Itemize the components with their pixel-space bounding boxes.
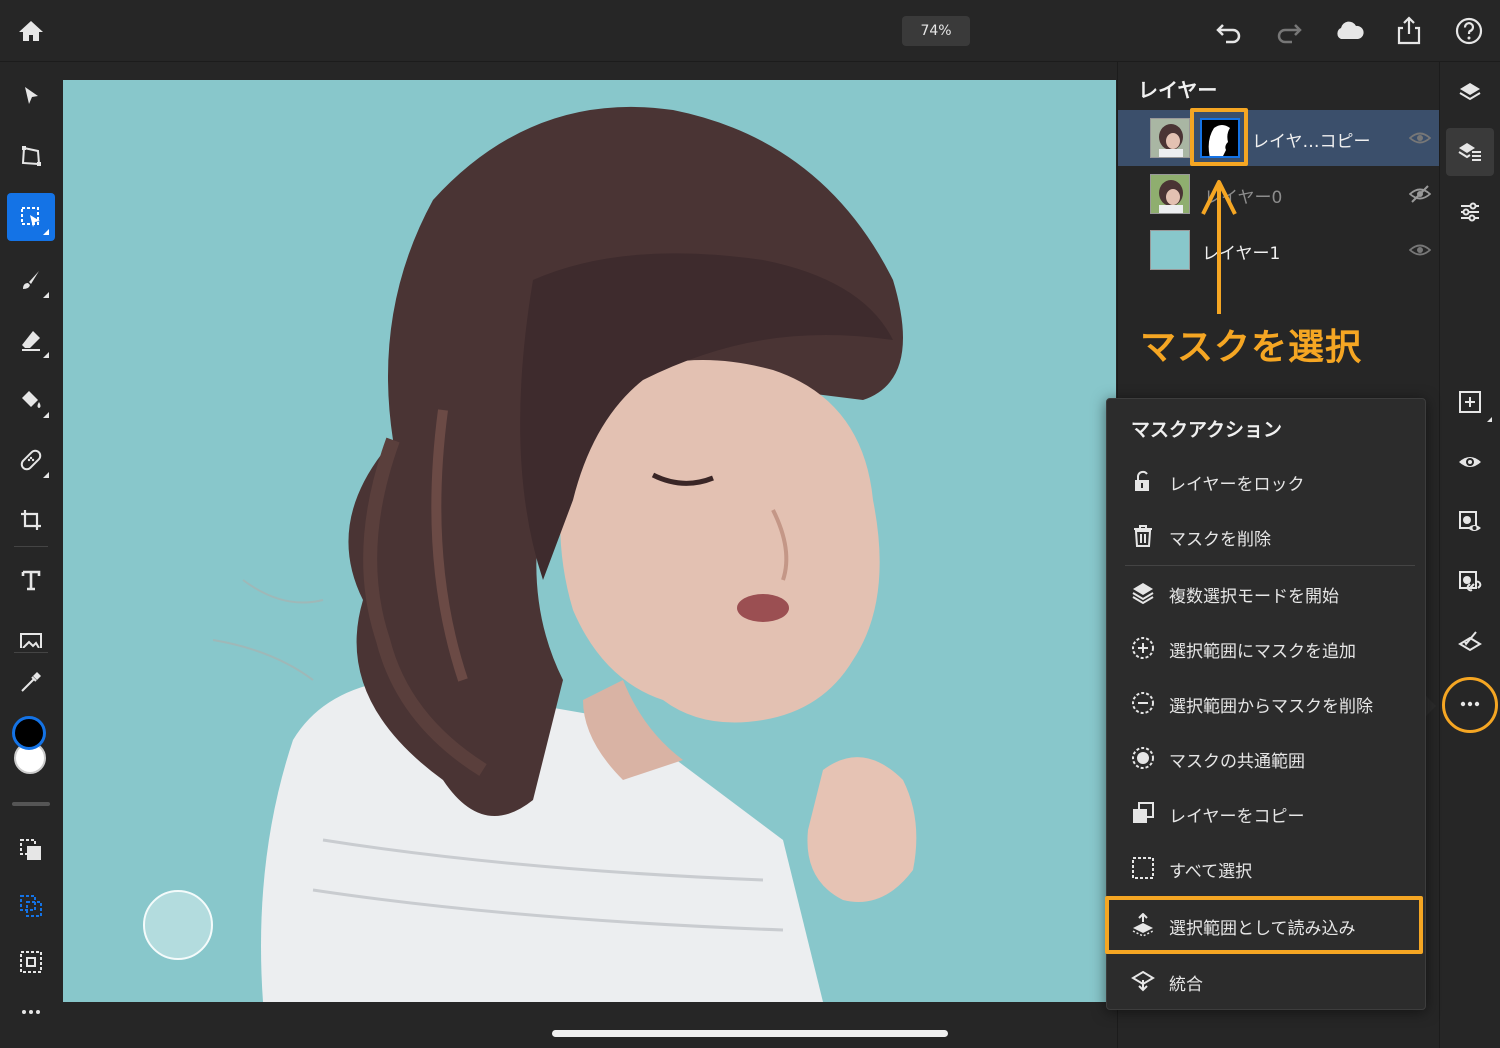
add-circle-icon	[1131, 636, 1155, 660]
foreground-color-swatch[interactable]	[12, 716, 46, 750]
move-tool-icon[interactable]	[7, 72, 55, 120]
image-tool-icon[interactable]	[7, 618, 55, 648]
intersect-icon	[1131, 746, 1155, 770]
mask-link-icon[interactable]	[1446, 558, 1494, 606]
eye-icon[interactable]	[1408, 128, 1432, 148]
menu-item-delete-mask[interactable]: マスクを削除	[1107, 510, 1425, 562]
girl-photo-image	[212, 106, 917, 1002]
menu-item-multi-select[interactable]: 複数選択モードを開始	[1107, 567, 1425, 619]
cloud-icon[interactable]	[1332, 14, 1366, 48]
mask-visibility-icon[interactable]	[1446, 498, 1494, 546]
menu-item-label: すべて選択	[1169, 862, 1253, 882]
left-toolbar	[0, 62, 62, 1048]
menu-item-label: 選択範囲からマスクを削除	[1169, 697, 1373, 717]
adjustments-icon[interactable]	[1446, 188, 1494, 236]
layer-thumbnail	[1150, 230, 1190, 270]
crop-tool-icon[interactable]	[7, 496, 55, 544]
more-tools-icon[interactable]	[7, 988, 55, 1036]
select-all-icon	[1131, 856, 1155, 880]
top-bar: 74%	[0, 0, 1500, 62]
popover-title: マスクアクション	[1131, 419, 1283, 441]
lock-icon	[1131, 469, 1155, 493]
eraser-tool-icon[interactable]	[7, 316, 55, 364]
layers-panel-title: レイヤー	[1138, 78, 1218, 102]
document-canvas[interactable]	[63, 80, 1116, 1002]
layer-row[interactable]: レイヤー1	[1118, 222, 1439, 278]
selection-tool-icon[interactable]	[7, 193, 55, 241]
load-selection-highlight-box	[1105, 896, 1423, 954]
eyedropper-tool-icon[interactable]	[7, 658, 55, 706]
eye-hidden-icon[interactable]	[1408, 184, 1432, 204]
menu-item-subtract-mask[interactable]: 選択範囲からマスクを削除	[1107, 677, 1425, 729]
layers-stack-icon	[1131, 581, 1155, 605]
menu-item-intersect-mask[interactable]: マスクの共通範囲	[1107, 732, 1425, 784]
menu-item-label: レイヤーをコピー	[1169, 807, 1305, 827]
menu-item-label: マスクを削除	[1169, 530, 1271, 550]
menu-item-copy-layer[interactable]: レイヤーをコピー	[1107, 787, 1425, 839]
menu-divider	[1125, 565, 1415, 566]
trash-icon	[1131, 524, 1155, 548]
transform-selection-icon[interactable]	[7, 938, 55, 986]
layer-thumbnail	[1150, 174, 1190, 214]
annotation-label: マスクを選択	[1140, 327, 1363, 368]
eye-icon[interactable]	[1408, 240, 1432, 260]
help-icon[interactable]	[1452, 14, 1486, 48]
subtract-circle-icon	[1131, 691, 1155, 715]
transform-tool-icon[interactable]	[7, 132, 55, 180]
toolbar-divider	[14, 652, 48, 653]
toolbar-divider	[14, 546, 48, 547]
visibility-icon[interactable]	[1446, 438, 1494, 486]
layer-properties-icon[interactable]	[1446, 128, 1494, 176]
layer-row[interactable]: レイヤー0	[1118, 166, 1439, 222]
refine-edge-icon[interactable]	[7, 882, 55, 930]
annotation-arrow-icon	[1201, 180, 1237, 314]
clipping-icon[interactable]	[1446, 618, 1494, 666]
toolbar-handle[interactable]	[12, 802, 50, 806]
menu-item-merge[interactable]: 統合	[1107, 955, 1425, 1007]
undo-icon[interactable]	[1212, 14, 1246, 48]
layer-thumbnail	[1150, 118, 1190, 158]
redo-icon[interactable]	[1272, 14, 1306, 48]
healing-tool-icon[interactable]	[7, 436, 55, 484]
menu-item-lock-layer[interactable]: レイヤーをロック	[1107, 455, 1425, 507]
menu-item-label: レイヤーをロック	[1169, 475, 1305, 495]
menu-item-select-all[interactable]: すべて選択	[1107, 842, 1425, 894]
type-tool-icon[interactable]	[7, 556, 55, 604]
home-icon[interactable]	[14, 14, 48, 48]
right-rail	[1439, 62, 1500, 1048]
more-options-highlight	[1442, 677, 1498, 733]
copy-layer-icon	[1131, 801, 1155, 825]
menu-item-label: 複数選択モードを開始	[1169, 587, 1339, 607]
zoom-level[interactable]: 74%	[902, 16, 970, 46]
share-icon[interactable]	[1392, 14, 1426, 48]
mask-highlight-box	[1190, 108, 1248, 166]
layer-row[interactable]: レイヤ…コピー	[1118, 110, 1439, 166]
menu-item-label: 選択範囲にマスクを追加	[1169, 642, 1356, 662]
fill-tool-icon[interactable]	[7, 376, 55, 424]
menu-item-label: 統合	[1169, 975, 1203, 995]
add-layer-icon[interactable]	[1446, 378, 1494, 426]
touch-shortcut-button[interactable]	[143, 890, 213, 960]
menu-item-label: マスクの共通範囲	[1169, 752, 1305, 772]
home-indicator[interactable]	[552, 1030, 948, 1037]
merge-icon	[1131, 969, 1155, 993]
select-subject-icon[interactable]	[7, 826, 55, 874]
brush-tool-icon[interactable]	[7, 256, 55, 304]
layer-name: レイヤ…コピー	[1252, 132, 1371, 152]
menu-item-add-mask[interactable]: 選択範囲にマスクを追加	[1107, 622, 1425, 674]
layers-icon[interactable]	[1446, 68, 1494, 116]
